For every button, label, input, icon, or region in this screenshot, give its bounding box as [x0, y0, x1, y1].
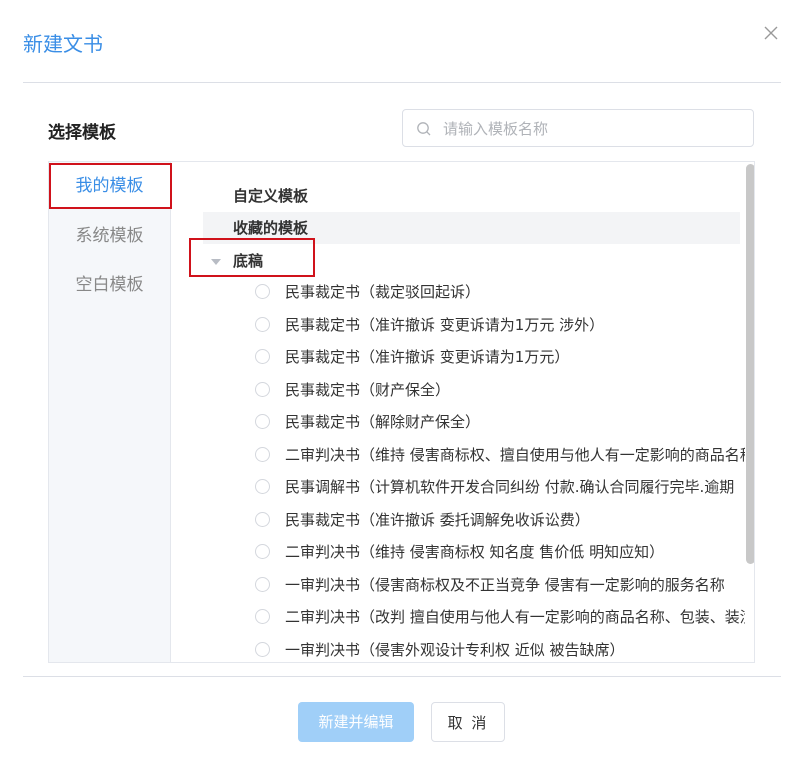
- radio-button[interactable]: [255, 446, 270, 462]
- template-item-label: 民事裁定书（准许撤诉 委托调解免收诉讼费）: [285, 510, 590, 529]
- search-box[interactable]: [402, 109, 754, 148]
- caret-down-icon[interactable]: [211, 259, 221, 265]
- tree-group-drafts[interactable]: 底稿: [187, 245, 740, 277]
- footer-divider: [23, 676, 781, 677]
- radio-button[interactable]: [255, 316, 270, 332]
- sidebar-item-system-templates[interactable]: 系统模板: [49, 215, 170, 257]
- tree-group-label: 自定义模板: [233, 187, 309, 205]
- create-and-edit-button[interactable]: 新建并编辑: [298, 702, 414, 742]
- template-item[interactable]: 一审判决书（侵害商标权及不正当竞争 侵害有一定影响的服务名称: [255, 569, 745, 601]
- template-item[interactable]: 民事裁定书（准许撤诉 委托调解免收诉讼费）: [255, 504, 745, 536]
- template-item-label: 一审判决书（侵害外观设计专利权 近似 被告缺席）: [285, 640, 625, 659]
- template-item-label: 民事裁定书（裁定驳回起诉）: [285, 283, 481, 301]
- radio-button[interactable]: [255, 381, 270, 397]
- template-item-label: 民事裁定书（财产保全）: [285, 380, 451, 399]
- template-item-label: 民事裁定书（准许撤诉 变更诉请为1万元）: [285, 348, 570, 366]
- radio-button[interactable]: [255, 641, 270, 657]
- template-item[interactable]: 民事调解书（计算机软件开发合同纠纷 付款.确认合同履行完毕.逾期: [255, 471, 745, 503]
- template-item-label: 民事裁定书（准许撤诉 变更诉请为1万元 涉外）: [285, 315, 605, 334]
- template-item[interactable]: 二审判决书（维持 侵害商标权、擅自使用与他人有一定影响的商品名称: [255, 439, 745, 471]
- template-panel: 我的模板 系统模板 空白模板 自定义模板 收藏的模板 底稿 民事裁定书（裁定驳回…: [48, 161, 755, 663]
- template-item[interactable]: 二审判决书（维持 侵害商标权 知名度 售价低 明知应知）: [255, 536, 745, 568]
- cancel-button[interactable]: 取 消: [431, 702, 505, 742]
- template-item-label: 民事裁定书（解除财产保全）: [285, 413, 481, 431]
- tree-group-custom[interactable]: 自定义模板: [203, 180, 740, 212]
- tree-group-label: 底稿: [233, 252, 264, 270]
- template-item-label: 二审判决书（改判 擅自使用与他人有一定影响的商品名称、包装、装潢: [285, 608, 745, 626]
- sidebar-item-my-templates[interactable]: 我的模板: [49, 165, 170, 207]
- template-item-label: 二审判决书（维持 侵害商标权 知名度 售价低 明知应知）: [285, 543, 665, 561]
- close-icon[interactable]: [762, 24, 780, 42]
- radio-button[interactable]: [255, 511, 270, 527]
- radio-button[interactable]: [255, 544, 270, 559]
- radio-button[interactable]: [255, 414, 270, 429]
- template-item-label: 一审判决书（侵害商标权及不正当竞争 侵害有一定影响的服务名称: [285, 575, 725, 594]
- template-item[interactable]: 民事裁定书（准许撤诉 变更诉请为1万元 涉外）: [255, 309, 745, 341]
- section-label: 选择模板: [48, 123, 116, 143]
- dialog-title: 新建文书: [23, 32, 103, 56]
- sidebar-item-blank-templates[interactable]: 空白模板: [49, 264, 170, 306]
- template-item[interactable]: 民事裁定书（裁定驳回起诉）: [255, 276, 745, 308]
- template-tree: 自定义模板 收藏的模板 底稿 民事裁定书（裁定驳回起诉） 民事裁定书（准许撤诉 …: [171, 162, 745, 662]
- template-item[interactable]: 民事裁定书（财产保全）: [255, 374, 745, 406]
- template-item-label: 二审判决书（维持 侵害商标权、擅自使用与他人有一定影响的商品名称: [285, 445, 745, 464]
- radio-button[interactable]: [255, 609, 270, 624]
- tree-group-favorites[interactable]: 收藏的模板: [203, 212, 740, 244]
- scrollbar-thumb[interactable]: [746, 164, 754, 564]
- radio-button[interactable]: [255, 349, 270, 364]
- radio-button[interactable]: [255, 576, 270, 592]
- template-item-label: 民事调解书（计算机软件开发合同纠纷 付款.确认合同履行完毕.逾期: [285, 478, 735, 496]
- radio-button[interactable]: [255, 284, 270, 299]
- radio-button[interactable]: [255, 479, 270, 494]
- search-icon: [417, 122, 431, 136]
- template-item[interactable]: 民事裁定书（解除财产保全）: [255, 406, 745, 438]
- template-category-sidebar: 我的模板 系统模板 空白模板: [49, 162, 171, 662]
- tree-group-label: 收藏的模板: [233, 219, 309, 237]
- template-item[interactable]: 民事裁定书（准许撤诉 变更诉请为1万元）: [255, 341, 745, 373]
- template-item[interactable]: 一审判决书（侵害外观设计专利权 近似 被告缺席）: [255, 634, 745, 663]
- header-divider: [23, 82, 781, 83]
- search-input[interactable]: [441, 110, 745, 148]
- template-item[interactable]: 二审判决书（改判 擅自使用与他人有一定影响的商品名称、包装、装潢: [255, 601, 745, 633]
